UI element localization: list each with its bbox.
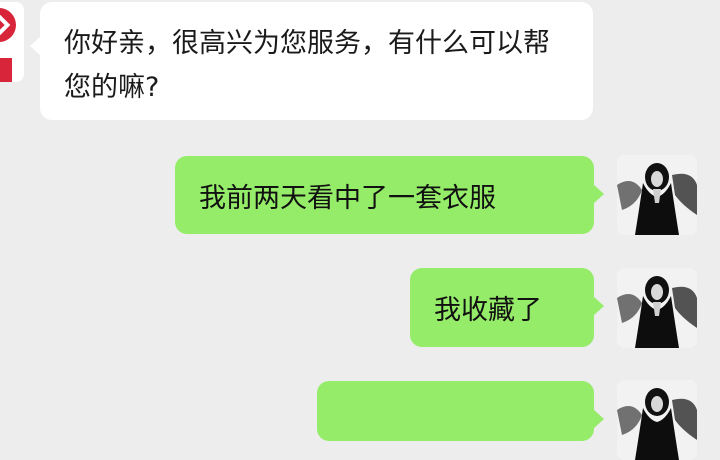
chat-area: 你好亲，很高兴为您服务，有什么可以帮您的嘛? 我前两天看中了一套衣服 我收藏了: [0, 0, 720, 460]
user-avatar-image: [617, 380, 697, 460]
user-avatar[interactable]: [617, 268, 697, 348]
message-outgoing[interactable]: 我前两天看中了一套衣服: [175, 156, 604, 234]
user-avatar-image: [617, 268, 697, 348]
shop-avatar[interactable]: [0, 2, 24, 82]
message-text: 我收藏了: [434, 295, 542, 326]
shop-logo-icon: [0, 8, 16, 42]
message-outgoing[interactable]: [317, 381, 604, 441]
user-avatar-image: [617, 155, 697, 235]
message-text: 你好亲，很高兴为您服务，有什么可以帮您的嘛?: [64, 28, 550, 103]
message-text: 我前两天看中了一套衣服: [199, 182, 496, 214]
message-outgoing[interactable]: 我收藏了: [410, 268, 604, 347]
user-avatar[interactable]: [617, 380, 697, 460]
shop-logo-mark: [0, 58, 12, 82]
message-incoming[interactable]: 你好亲，很高兴为您服务，有什么可以帮您的嘛?: [30, 2, 593, 120]
user-avatar[interactable]: [617, 155, 697, 235]
